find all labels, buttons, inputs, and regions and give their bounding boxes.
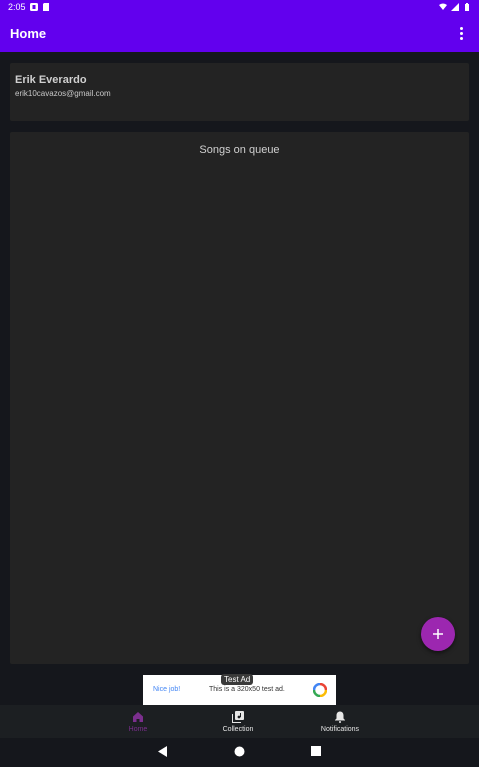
home-icon [133,711,143,722]
nav-label-home: Home [128,725,148,733]
nav-item-collection[interactable]: Collection [198,705,278,738]
profile-card: Erik Everardo erik10cavazos@gmail.com [10,63,469,121]
battery-icon [465,3,469,11]
queue-title: Songs on queue [199,144,280,156]
home-circle-icon[interactable] [234,746,245,757]
ad-text: This is a 320x50 test ad. [209,686,285,693]
user-email: erik10cavazos@gmail.com [15,89,111,98]
signal-icon [451,3,459,11]
bottom-navigation: Home Collection Notifications [0,705,479,738]
app-bar: Home [0,14,479,52]
ad-cta[interactable]: Nice job! [153,686,180,693]
status-time: 2:05 [8,2,26,12]
recents-icon[interactable] [311,746,321,756]
system-navigation-bar [0,738,479,767]
ad-banner[interactable]: Test Ad Nice job! This is a 320x50 test … [143,674,336,705]
ad-logo-icon [313,683,327,697]
queue-card: Songs on queue [10,132,469,664]
wifi-icon [439,3,447,10]
overflow-menu-icon[interactable] [453,23,469,43]
user-name: Erik Everardo [15,74,87,86]
bell-icon [335,711,345,723]
nav-item-home[interactable]: Home [98,705,178,738]
page-title: Home [10,25,47,41]
library-music-icon [232,710,244,723]
nav-label-notifications: Notifications [320,725,360,733]
sd-card-icon [42,3,49,11]
back-icon[interactable] [158,746,168,757]
app-notification-icon [29,3,38,11]
nav-label-collection: Collection [222,725,254,733]
status-bar: 2:05 [0,0,479,14]
add-song-button[interactable] [421,617,455,651]
test-ad-badge: Test Ad [221,674,254,685]
nav-item-notifications[interactable]: Notifications [300,705,380,738]
plus-icon [433,629,443,639]
